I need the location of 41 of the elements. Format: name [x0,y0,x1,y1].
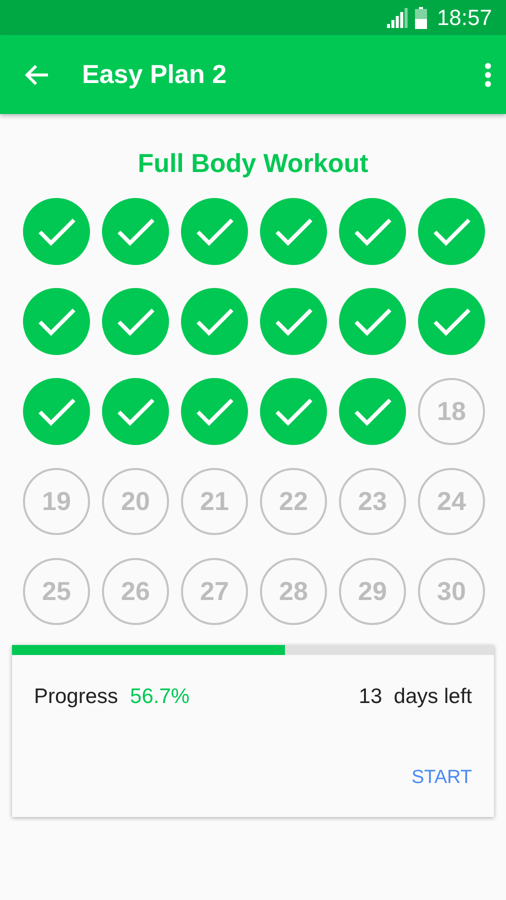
clock-time: 18:57 [436,4,492,30]
signal-icon [386,8,409,28]
day-button[interactable]: 29 [339,558,406,625]
check-icon [274,396,314,426]
check-icon [116,306,156,336]
day-button[interactable]: 28 [260,558,327,625]
workout-title: Full Body Workout [136,148,370,179]
day-button[interactable]: 20 [102,468,169,535]
day-button[interactable]: 21 [181,468,248,535]
check-icon [36,306,76,336]
menu-button[interactable] [484,62,492,88]
progress-value: 56.7% [130,685,191,709]
check-icon [36,216,76,246]
battery-icon [414,6,427,28]
check-icon [352,396,392,426]
screen-title: Easy Plan 2 [82,59,228,90]
check-icon [274,306,314,336]
day-button[interactable]: 27 [181,558,248,625]
day-button[interactable]: 23 [339,468,406,535]
day-button[interactable]: 22 [260,468,327,535]
day-button[interactable]: 25 [23,558,90,625]
day-button[interactable]: 18 [418,378,485,445]
day-button[interactable]: 30 [418,558,485,625]
day-button[interactable]: 24 [418,468,485,535]
check-icon [194,306,234,336]
check-icon [194,216,234,246]
back-button[interactable] [24,62,50,86]
check-icon [36,396,76,426]
check-icon [432,216,472,246]
check-icon [352,216,392,246]
day-button[interactable]: 26 [102,558,169,625]
day-button[interactable]: 19 [23,468,90,535]
check-icon [116,216,156,246]
check-icon [116,396,156,426]
check-icon [194,396,234,426]
check-icon [432,306,472,336]
start-button[interactable]: START [411,767,472,789]
check-icon [274,216,314,246]
check-icon [352,306,392,336]
progress-label: Progress [34,685,118,709]
days-left: 13 days left [358,685,472,709]
